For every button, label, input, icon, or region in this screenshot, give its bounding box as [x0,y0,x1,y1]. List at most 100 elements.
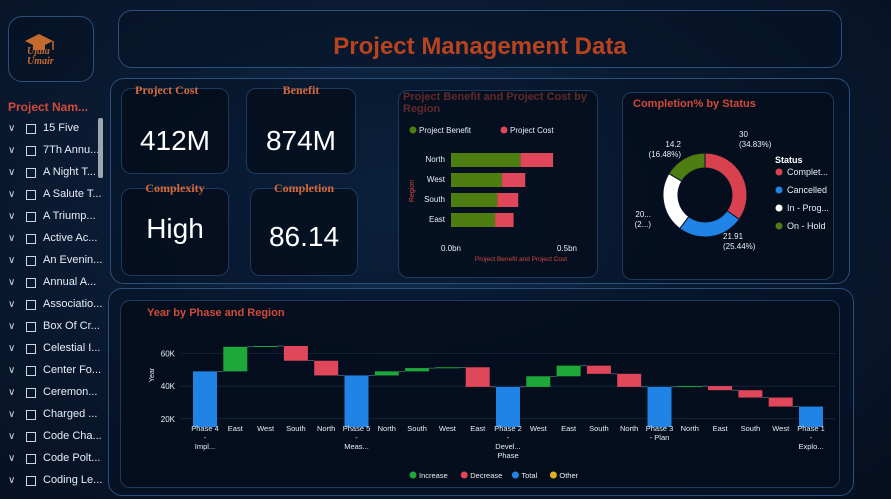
waterfall-x-label: - [355,433,358,442]
region-bar [495,213,514,227]
slicer-item[interactable]: ∨ Annual A... [8,274,104,294]
slicer-item[interactable]: ∨ A Night T... [8,164,104,184]
chevron-down-icon[interactable]: ∨ [8,343,15,354]
slicer-item[interactable]: ∨ Code Cha... [8,428,104,448]
waterfall-bar [344,375,369,427]
waterfall-bar [223,346,248,372]
slicer-item[interactable]: ∨ A Triump... [8,208,104,228]
status-donut-chart: 30(34.83%) 21.91(25.44%) 20...(2...) 14.2(1… [635,130,829,251]
slicer-item[interactable]: ∨ 7Th Annu... [8,142,104,162]
checkbox[interactable] [26,168,36,178]
waterfall-x-label: Phase 5 [343,424,371,433]
chevron-down-icon[interactable]: ∨ [8,475,15,486]
waterfall-x-label: South [286,424,306,433]
status-chart-card: Completion% by Status 30 (34.83%) 21.91 (25… [622,92,834,280]
chevron-down-icon[interactable]: ∨ [8,431,15,442]
donut-pct-label: (25.44%) [723,242,756,251]
donut-slice [704,152,748,221]
chevron-down-icon[interactable]: ∨ [8,365,15,376]
donut-value-label: 21.91 [723,232,744,241]
donut-pct-label: (34.83%) [739,140,772,149]
slicer-item[interactable]: ∨ A Salute T... [8,186,104,206]
donut-pct-label: (2...) [635,220,652,229]
region-bar [502,173,526,187]
chevron-down-icon[interactable]: ∨ [8,255,15,266]
chevron-down-icon[interactable]: ∨ [8,453,15,464]
chevron-down-icon[interactable]: ∨ [8,167,15,178]
logo: Ujala Umair [8,16,94,82]
region-chart-card: Project Benefit and Project Cost by Regi… [398,90,598,278]
checkbox[interactable] [26,476,36,486]
legend-label: Project Cost [510,126,554,135]
checkbox[interactable] [26,388,36,398]
chevron-down-icon[interactable]: ∨ [8,145,15,156]
waterfall-y-tick: 20K [161,415,176,424]
kpi-benefit-value: 874M [265,125,337,156]
waterfall-x-label: South [741,424,761,433]
chevron-down-icon[interactable]: ∨ [8,321,15,332]
region-y-label: Region [409,180,416,202]
donut-value-label: 20... [635,210,651,219]
slicer-item[interactable]: ∨ Associatio... [8,296,104,316]
slicer-item[interactable]: ∨ Code Polt... [8,450,104,470]
waterfall-x-label: South [589,424,609,433]
checkbox[interactable] [26,234,36,244]
slicer-scrollbar[interactable] [98,118,103,178]
slicer-item-label: A Salute T... [43,188,102,200]
slicer-item[interactable]: ∨ Charged ... [8,406,104,426]
waterfall-x-label: Phase 2 [494,424,522,433]
waterfall-x-label: Explo... [798,442,823,451]
waterfall-card: Year by Phase and Region 20K 40K 60K Year Ph… [120,300,840,488]
chevron-down-icon[interactable]: ∨ [8,409,15,420]
waterfall-legend-label: Increase [419,471,448,480]
chevron-down-icon[interactable]: ∨ [8,299,15,310]
slicer-item[interactable]: ∨ Coding Le... [8,472,104,492]
checkbox[interactable] [26,322,36,332]
region-bar [451,173,503,187]
region-x-tick: 0.0bn [441,244,461,253]
chevron-down-icon[interactable]: ∨ [8,233,15,244]
slicer-item-label: A Night T... [43,166,96,178]
chevron-down-icon[interactable]: ∨ [8,123,15,134]
waterfall-x-label: East [561,424,577,433]
slicer-item[interactable]: ∨ Center Fo... [8,362,104,382]
checkbox[interactable] [26,410,36,420]
chevron-down-icon[interactable]: ∨ [8,211,15,222]
slicer-item[interactable]: ∨ An Evenin... [8,252,104,272]
slicer-item[interactable]: ∨ Celestial I... [8,340,104,360]
waterfall-bar [768,397,793,407]
waterfall-x-label: West [772,424,790,433]
checkbox[interactable] [26,432,36,442]
checkbox[interactable] [26,212,36,222]
waterfall-bar [283,346,308,361]
region-bar [451,213,496,227]
checkbox[interactable] [26,300,36,310]
chevron-down-icon[interactable]: ∨ [8,189,15,200]
waterfall-bar [526,376,551,387]
checkbox[interactable] [26,146,36,156]
slicer-item[interactable]: ∨ 15 Five [8,120,104,140]
checkbox[interactable] [26,366,36,376]
waterfall-legend-label: Other [559,471,578,480]
chevron-down-icon[interactable]: ∨ [8,387,15,398]
waterfall-x-label: - [810,433,813,442]
checkbox[interactable] [26,124,36,134]
slicer-item[interactable]: ∨ Box Of Cr... [8,318,104,338]
donut-legend-marker [775,186,783,194]
waterfall-x-label: Impl... [195,442,215,451]
checkbox[interactable] [26,256,36,266]
slicer-item-label: A Triump... [43,210,96,222]
slicer-item-label: Charged ... [43,408,98,420]
donut-legend-label: In - Prog... [787,203,829,213]
region-tick-label: South [424,195,445,204]
chevron-down-icon[interactable]: ∨ [8,277,15,288]
slicer-item[interactable]: ∨ Active Ac... [8,230,104,250]
checkbox[interactable] [26,278,36,288]
checkbox[interactable] [26,454,36,464]
checkbox[interactable] [26,190,36,200]
waterfall-legend-marker [460,471,468,479]
slicer-item[interactable]: ∨ Ceremon... [8,384,104,404]
logo-text: Ujala Umair [27,46,54,67]
checkbox[interactable] [26,344,36,354]
slicer-item-label: 15 Five [43,122,80,134]
